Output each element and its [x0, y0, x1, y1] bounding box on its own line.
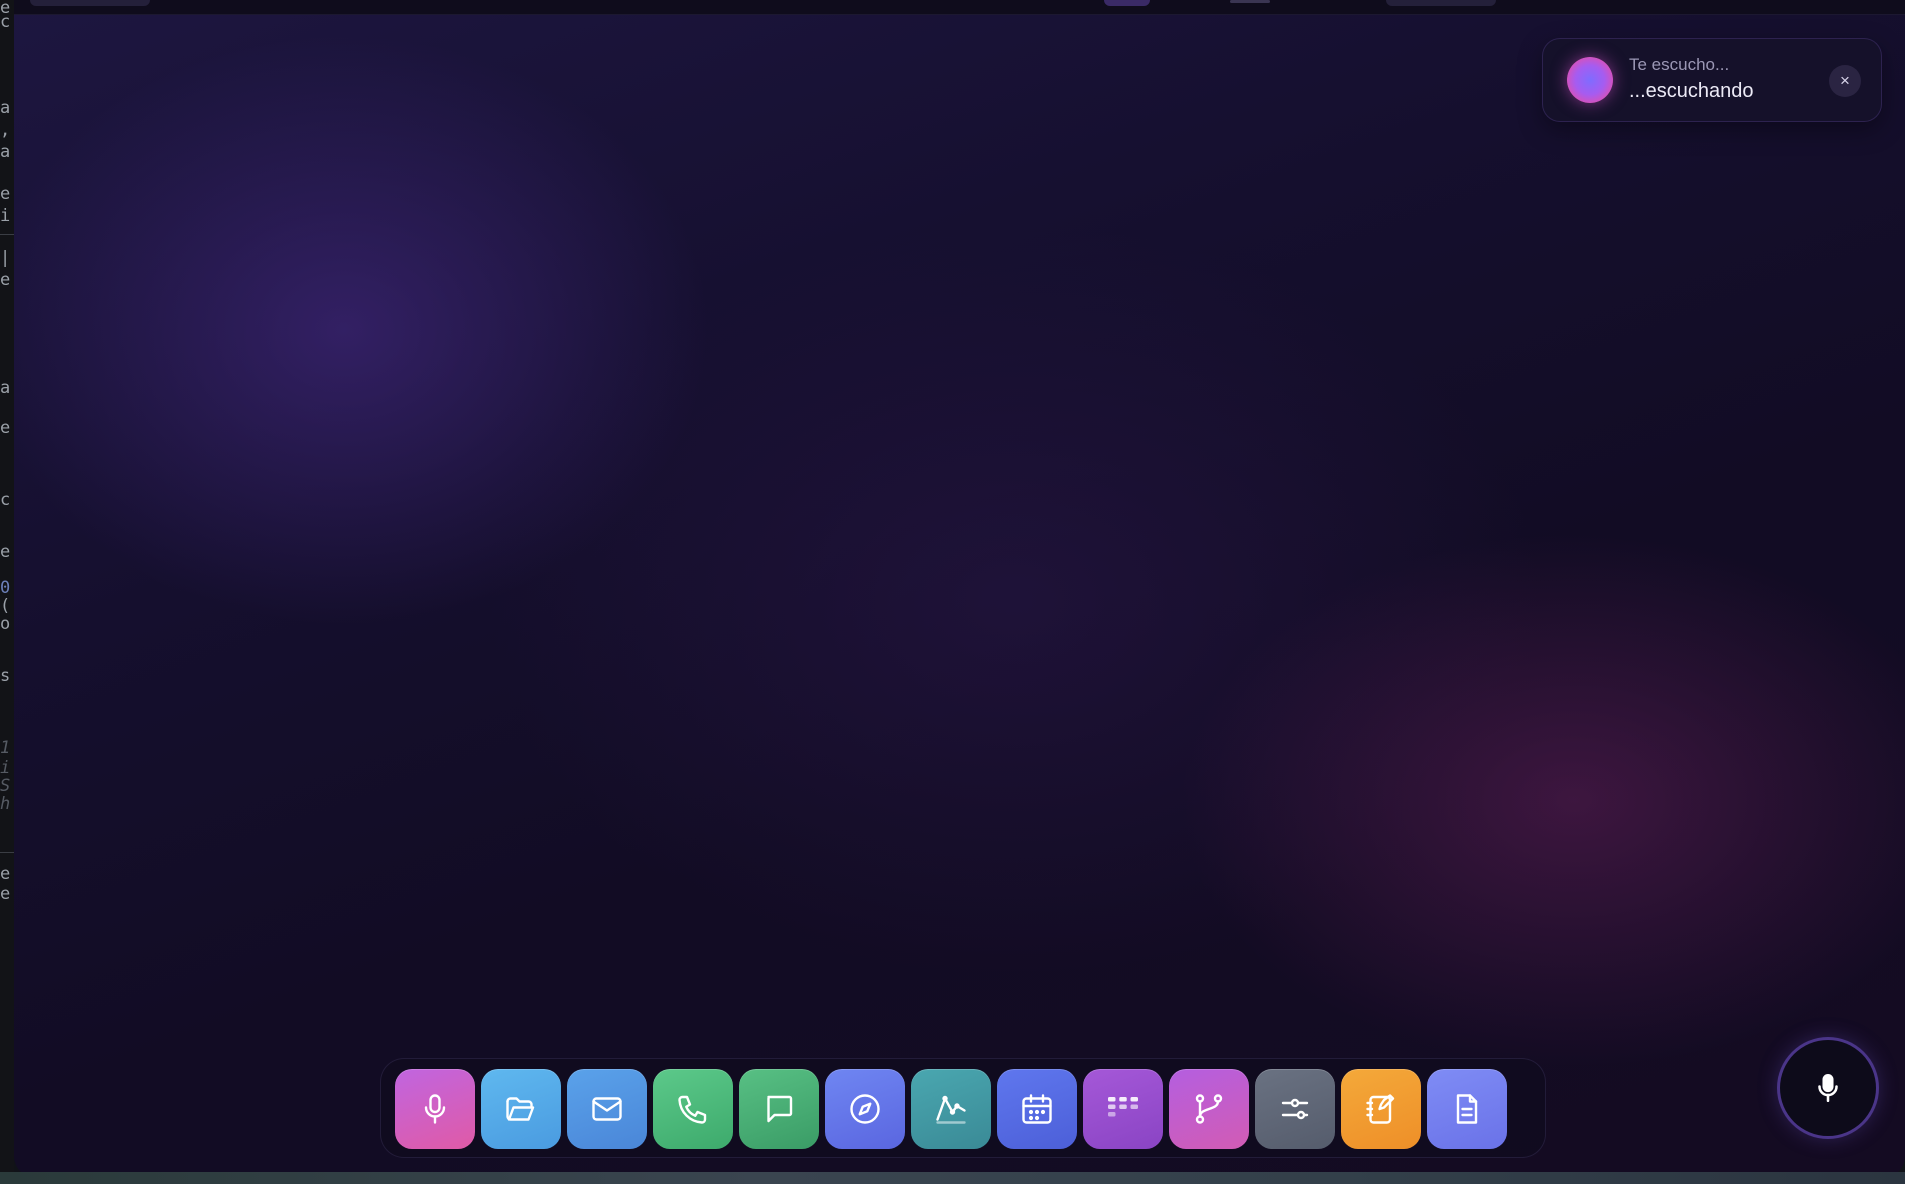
microphone-icon — [424, 1094, 446, 1124]
dock-item-browser[interactable] — [825, 1069, 905, 1149]
compass-icon — [850, 1094, 880, 1124]
top-bar-tab[interactable] — [30, 0, 150, 6]
listening-notification: Te escucho... ...escuchando × — [1542, 38, 1882, 122]
background-editor-strip: e c a , a e i | e a e c e 0 ( o s 1 i S … — [0, 0, 14, 1184]
notebook-edit-icon — [1366, 1094, 1395, 1124]
background-desktop-strip — [0, 1172, 1905, 1184]
desktop: e c a , a e i | e a e c e 0 ( o s 1 i S … — [0, 0, 1905, 1184]
sliders-icon — [1281, 1098, 1309, 1120]
dock-item-calendar[interactable] — [997, 1069, 1077, 1149]
app-dock — [380, 1058, 1546, 1158]
top-bar-active-button[interactable] — [1104, 0, 1150, 6]
dock-item-board[interactable] — [1083, 1069, 1163, 1149]
dock-item-mail[interactable] — [567, 1069, 647, 1149]
dock-item-voice[interactable] — [395, 1069, 475, 1149]
dock-item-messages[interactable] — [739, 1069, 819, 1149]
calendar-icon — [1022, 1094, 1052, 1124]
notification-status: ...escuchando — [1629, 80, 1754, 102]
mail-icon — [592, 1097, 622, 1121]
top-bar — [14, 0, 1905, 15]
phone-icon — [678, 1095, 707, 1124]
line-chart-icon — [936, 1095, 966, 1124]
dock-item-document[interactable] — [1427, 1069, 1507, 1149]
dock-item-phone[interactable] — [653, 1069, 733, 1149]
dock-item-files[interactable] — [481, 1069, 561, 1149]
document-icon — [1456, 1094, 1478, 1124]
kanban-icon — [1108, 1097, 1138, 1117]
microphone-icon — [1818, 1073, 1838, 1103]
dock-item-settings[interactable] — [1255, 1069, 1335, 1149]
assistant-window: Te escucho... ...escuchando × — [14, 0, 1905, 1178]
chat-bubble-icon — [767, 1095, 793, 1123]
voice-orb-icon — [1567, 57, 1613, 103]
top-bar-indicator — [1230, 0, 1270, 3]
close-notification-button[interactable]: × — [1829, 65, 1861, 97]
git-branch-icon — [1195, 1094, 1223, 1124]
dock-item-analytics[interactable] — [911, 1069, 991, 1149]
dock-item-notes[interactable] — [1341, 1069, 1421, 1149]
notification-title: Te escucho... — [1629, 55, 1730, 74]
top-bar-control[interactable] — [1386, 0, 1496, 6]
folder-open-icon — [506, 1097, 535, 1121]
voice-input-button[interactable] — [1780, 1040, 1876, 1136]
dock-item-git[interactable] — [1169, 1069, 1249, 1149]
